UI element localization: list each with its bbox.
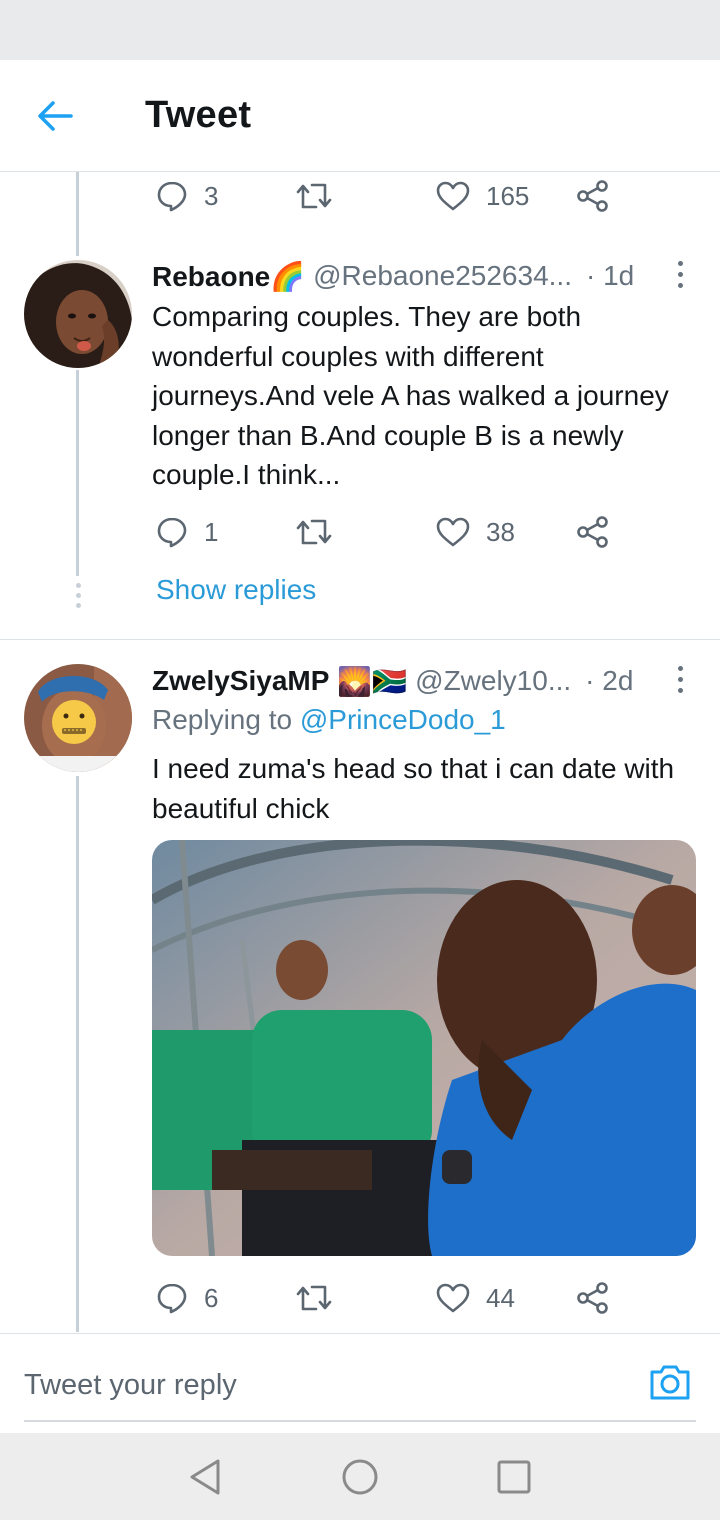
reply-composer: Tweet your reply [0,1333,720,1433]
like-icon [436,517,470,547]
share-button[interactable] [576,1276,610,1320]
top-tweet-actions: 3 165 [150,174,630,218]
like-button[interactable]: 44 [436,1276,515,1320]
thread-line-top [76,172,79,256]
nav-back-icon [190,1459,220,1495]
retweet-button[interactable] [296,510,332,554]
retweet-icon [296,1285,332,1311]
reply-icon [157,1283,187,1314]
tweet-text: I need zuma's head so that i can date wi… [152,753,675,824]
back-button[interactable] [30,94,80,138]
thread-line-reply-1 [76,370,79,576]
nav-back-button[interactable] [186,1457,226,1497]
more-options-button[interactable] [668,254,692,294]
like-button[interactable]: 165 [436,174,529,218]
nav-recents-button[interactable] [494,1457,534,1497]
tweet-divider [0,639,720,640]
tweet-actions: 1 38 [150,510,630,554]
back-arrow-icon [38,101,73,131]
reply-count: 3 [204,180,219,211]
thread-ellipsis [74,583,82,608]
tweet-header: ZwelySiyaMP 🌄🇿🇦 @Zwely10... · 2d [152,661,633,701]
nav-home-icon [342,1459,378,1495]
tweet-timestamp[interactable]: · 2d [585,665,633,697]
like-icon [436,181,470,211]
reply-input-underline [24,1420,696,1422]
reply-icon [157,181,187,212]
reply-button[interactable]: 1 [156,510,218,554]
app-header: Tweet [0,60,720,172]
reply-input[interactable]: Tweet your reply [24,1352,624,1418]
reply-button[interactable]: 6 [156,1276,218,1320]
reply-count: 6 [204,1282,219,1313]
tweet-photo[interactable] [152,840,696,1256]
retweet-button[interactable] [296,174,332,218]
share-button[interactable] [576,174,610,218]
camera-icon [650,1365,690,1400]
name-emoji: 🌄🇿🇦 [337,665,408,697]
share-icon [577,516,608,548]
like-count: 165 [486,180,530,211]
more-icon [677,260,683,288]
share-icon [577,1282,608,1314]
tweet-timestamp[interactable]: · 1d [586,260,634,292]
nav-home-button[interactable] [340,1457,380,1497]
display-name[interactable]: ZwelySiyaMP [152,665,329,697]
status-bar [0,0,720,60]
like-icon [436,1283,470,1313]
system-nav-bar [0,1433,720,1520]
reply-icon [157,517,187,548]
like-button[interactable]: 38 [436,510,515,554]
replying-mention-link[interactable]: @PrinceDodo_1 [300,704,506,735]
tweet-header: Rebaone🌈 @Rebaone252634... · 1d [152,256,634,296]
replying-prefix: Replying to [152,704,293,735]
reply-count: 1 [204,516,219,547]
more-options-button[interactable] [668,659,692,699]
nav-recents-icon [497,1460,531,1494]
show-replies-link[interactable]: Show replies [156,574,316,606]
avatar-rebaone[interactable] [24,260,132,368]
thread-line-reply-2 [76,776,79,1332]
page-title: Tweet [145,94,252,136]
share-icon [577,180,608,212]
retweet-icon [296,183,332,209]
avatar-zwelysiyamp[interactable] [24,664,132,772]
share-button[interactable] [576,510,610,554]
like-count: 44 [486,1282,515,1313]
camera-button[interactable] [648,1362,696,1406]
more-icon [677,665,683,693]
retweet-button[interactable] [296,1276,332,1320]
display-name[interactable]: Rebaone🌈 [152,260,305,293]
tweet-text: Comparing couples. They are both wonderf… [152,301,669,490]
retweet-icon [296,519,332,545]
like-count: 38 [486,516,515,547]
tweet-actions: 6 44 [150,1276,630,1320]
user-handle[interactable]: @Rebaone252634... [313,260,572,292]
replying-to: Replying to @PrinceDodo_1 [152,704,506,736]
user-handle[interactable]: @Zwely10... [415,665,571,697]
reply-button[interactable]: 3 [156,174,218,218]
